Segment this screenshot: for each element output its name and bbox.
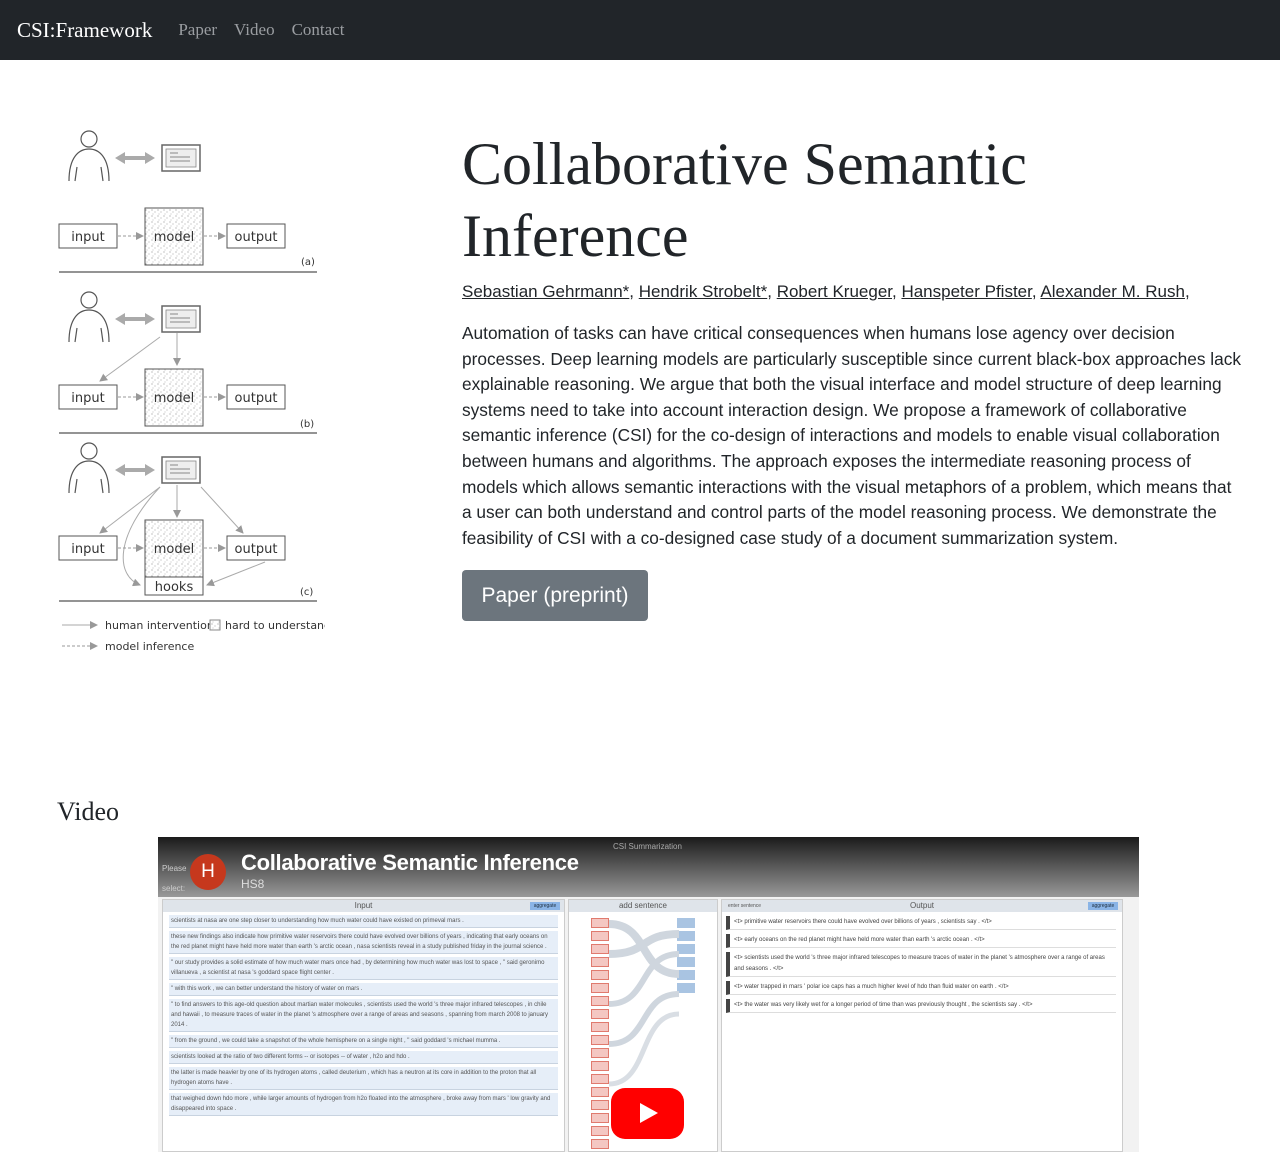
label-hooks: hooks: [155, 580, 194, 595]
author-link-gehrmann[interactable]: Sebastian Gehrmann*: [462, 282, 629, 301]
paper-preprint-button[interactable]: Paper (preprint): [462, 570, 648, 621]
input-sentence-row[interactable]: " with this work , we can better underst…: [169, 983, 558, 996]
legend-human: human intervention: [105, 619, 214, 632]
author-link-rush[interactable]: Alexander M. Rush: [1040, 282, 1185, 301]
output-pane-header: enter sentence Output aggregate: [722, 900, 1122, 912]
play-button[interactable]: [611, 1088, 684, 1139]
input-alignment-mark: [591, 1035, 609, 1045]
output-alignment-mark: [677, 931, 695, 941]
output-sentence-row[interactable]: <t> the water was very likely wet for a …: [726, 999, 1116, 1013]
legend-hard: hard to understand: [225, 619, 325, 632]
nav-link-contact[interactable]: Contact: [292, 20, 345, 40]
app-please-text: Please: [162, 864, 187, 873]
output-pane: enter sentence Output aggregate <t> prim…: [721, 899, 1123, 1152]
output-alignment-mark: [677, 970, 695, 980]
input-sentence-row[interactable]: scientists at nasa are one step closer t…: [169, 915, 558, 928]
input-sentence-row[interactable]: scientists looked at the ratio of two di…: [169, 1051, 558, 1064]
label-input-c: input: [71, 542, 104, 557]
output-alignment-mark: [677, 944, 695, 954]
input-alignment-mark: [591, 1100, 609, 1110]
enter-sentence-label[interactable]: enter sentence: [728, 900, 761, 912]
nav-link-paper[interactable]: Paper: [178, 20, 217, 40]
output-sentence-row[interactable]: <t> early oceans on the red planet might…: [726, 934, 1116, 948]
input-header-label: Input: [354, 901, 373, 910]
label-output-b: output: [235, 391, 278, 406]
alignment-pane-header: add sentence: [569, 900, 717, 912]
output-sentence-row[interactable]: <t> water trapped in mars ' polar ice ca…: [726, 981, 1116, 995]
input-alignment-mark: [591, 1022, 609, 1032]
label-panel-a: (a): [301, 257, 315, 268]
output-sentence-row[interactable]: <t> primitive water reservoirs there cou…: [726, 916, 1116, 930]
input-alignment-mark: [591, 1048, 609, 1058]
input-sentence-row[interactable]: that weighed down hdo more , while large…: [169, 1093, 558, 1116]
nav-link-video[interactable]: Video: [234, 20, 275, 40]
aggregate-input-button[interactable]: aggregate: [530, 902, 560, 910]
panel-a: input model output (a): [58, 130, 317, 273]
input-rows: scientists at nasa are one step closer t…: [163, 915, 564, 1116]
input-alignment-mark: [591, 931, 609, 941]
label-model-a: model: [154, 230, 194, 245]
input-alignment-mark: [591, 957, 609, 967]
abstract: Automation of tasks can have critical co…: [462, 323, 1242, 548]
add-sentence-label[interactable]: add sentence: [619, 901, 667, 910]
input-sentence-row[interactable]: the latter is made heavier by one of its…: [169, 1067, 558, 1090]
input-alignment-mark: [591, 1061, 609, 1071]
input-pane-header: Input aggregate: [163, 900, 564, 912]
label-panel-c: (c): [300, 587, 313, 598]
input-alignment-mark: [591, 970, 609, 980]
channel-avatar[interactable]: H: [190, 854, 226, 890]
input-alignment-mark: [591, 1113, 609, 1123]
input-alignment-mark: [591, 944, 609, 954]
app-select-text: select:: [162, 884, 186, 893]
label-model-b: model: [154, 391, 194, 406]
play-icon: [640, 1103, 658, 1123]
input-sentence-row[interactable]: " from the ground , we could take a snap…: [169, 1035, 558, 1048]
panel-b: input model output (b): [58, 291, 317, 434]
output-rows: <t> primitive water reservoirs there cou…: [722, 916, 1122, 1013]
navbar: CSI:Framework Paper Video Contact: [0, 0, 1280, 60]
framework-figure: input model output (a) input model outpu…: [55, 125, 331, 665]
author-link-strobelt[interactable]: Hendrik Strobelt*: [639, 282, 768, 301]
input-alignment-mark: [591, 1139, 609, 1149]
output-sentence-row[interactable]: <t> scientists used the world 's three m…: [726, 952, 1116, 977]
youtube-embed[interactable]: Input aggregate scientists at nasa are o…: [158, 837, 1139, 1152]
label-output-c: output: [235, 542, 278, 557]
author-link-pfister[interactable]: Hanspeter Pfister: [901, 282, 1031, 301]
output-alignment-mark: [677, 983, 695, 993]
input-alignment-mark: [591, 1009, 609, 1019]
output-alignment-mark: [677, 957, 695, 967]
input-alignment-mark: [591, 983, 609, 993]
page-title: Collaborative Semantic Inference: [462, 131, 1027, 269]
input-pane: Input aggregate scientists at nasa are o…: [162, 899, 565, 1152]
panel-c: input model hooks output (c): [58, 442, 317, 602]
input-sentence-row[interactable]: these new findings also indicate how pri…: [169, 931, 558, 954]
author-list: Sebastian Gehrmann*, Hendrik Strobelt*, …: [462, 282, 1190, 301]
input-alignment-mark: [591, 1074, 609, 1084]
label-model-c: model: [154, 542, 194, 557]
input-alignment-mark: [591, 1126, 609, 1136]
aggregate-output-button[interactable]: aggregate: [1088, 902, 1118, 910]
video-channel[interactable]: HS8: [241, 877, 264, 891]
label-input-a: input: [71, 230, 104, 245]
input-alignment-mark: [591, 996, 609, 1006]
label-output-a: output: [235, 230, 278, 245]
figure-legend: human intervention hard to understand mo…: [62, 619, 331, 653]
output-alignment-mark: [677, 918, 695, 928]
author-link-krueger[interactable]: Robert Krueger: [777, 282, 892, 301]
input-sentence-row[interactable]: " our study provides a solid estimate of…: [169, 957, 558, 980]
input-alignment-mark: [591, 1087, 609, 1097]
video-heading: Video: [57, 797, 119, 826]
brand-link[interactable]: CSI:Framework: [17, 18, 152, 43]
output-header-label: Output: [909, 901, 934, 910]
framework-diagram: input model output (a) input model outpu…: [58, 130, 331, 653]
video-title[interactable]: Collaborative Semantic Inference: [241, 850, 579, 876]
label-input-b: input: [71, 391, 104, 406]
legend-model: model inference: [105, 640, 194, 653]
input-alignment-mark: [591, 918, 609, 928]
input-sentence-row[interactable]: " to find answers to this age-old questi…: [169, 999, 558, 1032]
app-title: CSI Summarization: [613, 842, 682, 851]
label-panel-b: (b): [300, 419, 314, 430]
video-title-bar: CSI Summarization Please select: H Colla…: [158, 837, 1139, 897]
